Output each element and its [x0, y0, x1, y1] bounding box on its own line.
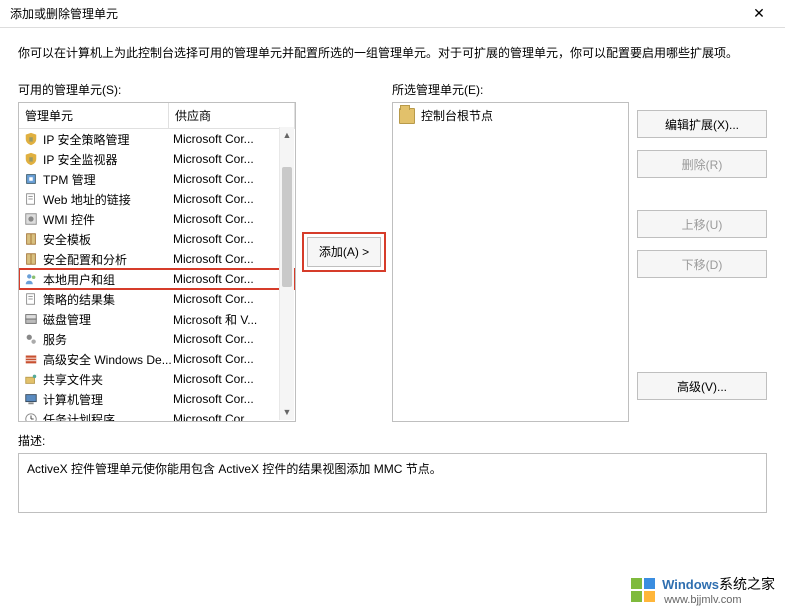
- snapin-vendor: Microsoft Cor...: [173, 152, 295, 166]
- disk-icon: [23, 311, 39, 327]
- snapin-name: 磁盘管理: [43, 311, 173, 328]
- book-icon: [23, 251, 39, 267]
- snapin-row[interactable]: 安全配置和分析Microsoft Cor...: [19, 249, 295, 269]
- snapin-vendor: Microsoft Cor...: [173, 272, 295, 286]
- windows-logo-icon: [630, 577, 656, 603]
- snapin-name: 策略的结果集: [43, 291, 173, 308]
- watermark-brand-en: Windows: [662, 577, 719, 592]
- titlebar: 添加或删除管理单元 ✕: [0, 0, 785, 28]
- snapin-name: IP 安全监视器: [43, 151, 173, 168]
- snapin-vendor: Microsoft Cor...: [173, 232, 295, 246]
- snapin-row[interactable]: 策略的结果集Microsoft Cor...: [19, 289, 295, 309]
- gears-icon: [23, 331, 39, 347]
- snapin-row[interactable]: 本地用户和组Microsoft Cor...: [19, 269, 295, 289]
- firewall-icon: [23, 351, 39, 367]
- clock-icon: [23, 411, 39, 422]
- remove-button[interactable]: 删除(R): [637, 150, 767, 178]
- snapin-vendor: Microsoft 和 V...: [173, 311, 295, 328]
- snapin-name: 任务计划程序: [43, 411, 173, 423]
- snapin-name: Web 地址的链接: [43, 191, 173, 208]
- col-header-vendor[interactable]: 供应商: [169, 103, 295, 128]
- snapin-name: WMI 控件: [43, 211, 173, 228]
- snapin-vendor: Microsoft Cor...: [173, 392, 295, 406]
- console-root-label: 控制台根节点: [421, 107, 493, 124]
- gear-box-icon: [23, 211, 39, 227]
- snapin-row[interactable]: WMI 控件Microsoft Cor...: [19, 209, 295, 229]
- add-button[interactable]: 添加(A) >: [307, 237, 381, 267]
- move-up-button[interactable]: 上移(U): [637, 210, 767, 238]
- doc-icon: [23, 291, 39, 307]
- snapin-vendor: Microsoft Cor...: [173, 192, 295, 206]
- selected-label: 所选管理单元(E):: [392, 81, 629, 98]
- share-icon: [23, 371, 39, 387]
- snapin-row[interactable]: 计算机管理Microsoft Cor...: [19, 389, 295, 409]
- description-box: ActiveX 控件管理单元使你能用包含 ActiveX 控件的结果视图添加 M…: [18, 453, 767, 513]
- snapin-vendor: Microsoft Cor...: [173, 412, 295, 422]
- description-label: 描述:: [18, 432, 767, 449]
- snapin-row[interactable]: 服务Microsoft Cor...: [19, 329, 295, 349]
- watermark-url: www.bjjmlv.com: [664, 594, 775, 606]
- snapin-row[interactable]: 共享文件夹Microsoft Cor...: [19, 369, 295, 389]
- snapin-vendor: Microsoft Cor...: [173, 372, 295, 386]
- console-root-node[interactable]: 控制台根节点: [393, 103, 628, 128]
- chip-icon: [23, 171, 39, 187]
- shield-key-icon: [23, 131, 39, 147]
- selected-snapins-list[interactable]: 控制台根节点: [392, 102, 629, 422]
- snapin-row[interactable]: IP 安全监视器Microsoft Cor...: [19, 149, 295, 169]
- folder-icon: [399, 108, 415, 124]
- snapin-name: 本地用户和组: [43, 271, 173, 288]
- scrollbar[interactable]: ▲ ▼: [279, 127, 294, 420]
- snapin-row[interactable]: TPM 管理Microsoft Cor...: [19, 169, 295, 189]
- snapin-name: 安全配置和分析: [43, 251, 173, 268]
- move-down-button[interactable]: 下移(D): [637, 250, 767, 278]
- snapin-row[interactable]: IP 安全策略管理Microsoft Cor...: [19, 129, 295, 149]
- snapin-row[interactable]: 高级安全 Windows De...Microsoft Cor...: [19, 349, 295, 369]
- scroll-down-icon[interactable]: ▼: [280, 404, 294, 420]
- shield-key-icon: [23, 151, 39, 167]
- snapin-row[interactable]: 任务计划程序Microsoft Cor...: [19, 409, 295, 422]
- intro-text: 你可以在计算机上为此控制台选择可用的管理单元并配置所选的一组管理单元。对于可扩展…: [0, 28, 785, 81]
- available-snapins-list[interactable]: 管理单元 供应商 IP 安全策略管理Microsoft Cor...IP 安全监…: [18, 102, 296, 422]
- snapin-name: IP 安全策略管理: [43, 131, 173, 148]
- scroll-thumb[interactable]: [282, 167, 292, 287]
- close-button[interactable]: ✕: [741, 2, 777, 26]
- snapin-vendor: Microsoft Cor...: [173, 292, 295, 306]
- snapin-vendor: Microsoft Cor...: [173, 352, 295, 366]
- available-label: 可用的管理单元(S):: [18, 81, 296, 98]
- snapin-name: 共享文件夹: [43, 371, 173, 388]
- watermark: Windows系统之家 www.bjjmlv.com: [630, 574, 775, 606]
- users-icon: [23, 271, 39, 287]
- advanced-button[interactable]: 高级(V)...: [637, 372, 767, 400]
- watermark-brand-cn: 系统之家: [719, 578, 775, 593]
- snapin-name: 计算机管理: [43, 391, 173, 408]
- snapin-name: 安全模板: [43, 231, 173, 248]
- snapin-name: 服务: [43, 331, 173, 348]
- scroll-up-icon[interactable]: ▲: [280, 127, 294, 143]
- snapin-vendor: Microsoft Cor...: [173, 212, 295, 226]
- snapin-vendor: Microsoft Cor...: [173, 252, 295, 266]
- snapin-row[interactable]: Web 地址的链接Microsoft Cor...: [19, 189, 295, 209]
- doc-icon: [23, 191, 39, 207]
- snapin-row[interactable]: 磁盘管理Microsoft 和 V...: [19, 309, 295, 329]
- snapin-vendor: Microsoft Cor...: [173, 332, 295, 346]
- snapin-name: TPM 管理: [43, 171, 173, 188]
- computer-icon: [23, 391, 39, 407]
- snapin-vendor: Microsoft Cor...: [173, 132, 295, 146]
- col-header-snapin[interactable]: 管理单元: [19, 103, 169, 128]
- list-header: 管理单元 供应商: [19, 103, 295, 129]
- snapin-name: 高级安全 Windows De...: [43, 351, 173, 368]
- edit-extensions-button[interactable]: 编辑扩展(X)...: [637, 110, 767, 138]
- snapin-row[interactable]: 安全模板Microsoft Cor...: [19, 229, 295, 249]
- snapin-vendor: Microsoft Cor...: [173, 172, 295, 186]
- window-title: 添加或删除管理单元: [10, 5, 118, 22]
- book-icon: [23, 231, 39, 247]
